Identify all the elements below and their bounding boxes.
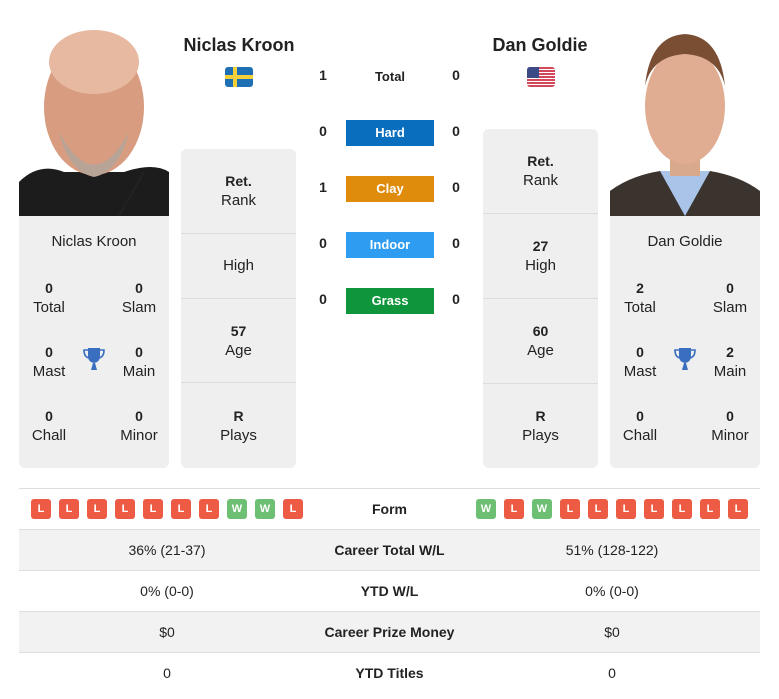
career-wl-row: 36% (21-37) Career Total W/L 51% (128-12…	[19, 529, 760, 570]
player1-career-wl: 36% (21-37)	[128, 542, 206, 558]
player1-minor-titles: 0 Minor	[120, 408, 158, 444]
h2h-hard-p1: 0	[319, 123, 327, 139]
player1-form: LLLLLLLWWL	[19, 499, 315, 519]
form-loss-badge[interactable]: L	[283, 499, 303, 519]
usa-flag-icon	[527, 67, 555, 87]
surface-grass-label[interactable]: Grass	[346, 288, 434, 314]
form-loss-badge[interactable]: L	[115, 499, 135, 519]
h2h-grass-p2: 0	[452, 291, 460, 307]
form-loss-badge[interactable]: L	[700, 499, 720, 519]
form-win-badge[interactable]: W	[532, 499, 552, 519]
h2h-hard-p2: 0	[452, 123, 460, 139]
player2-photo	[610, 16, 760, 216]
surface-hard-label[interactable]: Hard	[346, 120, 434, 146]
player1-chall-titles: 0 Chall	[31, 408, 67, 444]
form-loss-badge[interactable]: L	[672, 499, 692, 519]
player1-card-name: Niclas Kroon	[51, 233, 137, 250]
form-loss-badge[interactable]: L	[199, 499, 219, 519]
form-loss-badge[interactable]: L	[616, 499, 636, 519]
form-row: LLLLLLLWWL Form WLWLLLLLLL	[19, 488, 760, 529]
sweden-flag-icon	[225, 67, 253, 87]
player2-ytd-titles: 0	[608, 665, 616, 681]
player2-ytd-wl: 0% (0-0)	[585, 583, 639, 599]
surface-indoor-label[interactable]: Indoor	[346, 232, 434, 258]
ytd-titles-row: 0 YTD Titles 0	[19, 652, 760, 693]
h2h-total-p1: 1	[319, 67, 327, 83]
form-loss-badge[interactable]: L	[143, 499, 163, 519]
trophy-icon	[673, 347, 697, 377]
player2-high: 27 High	[483, 214, 598, 299]
player2-form: WLWLLLLLLL	[464, 499, 760, 519]
player2-titles-card: Dan Goldie 2 Total 0 Slam 0 Mast 2 Main 0 Cha…	[610, 216, 760, 468]
player1-total-titles: 0 Total	[33, 280, 65, 316]
player1-slam-titles: 0 Slam	[121, 280, 157, 316]
player2-rank-card: Ret. Rank 27 High 60 Age R Plays	[483, 129, 598, 468]
player2-career-wl: 51% (128-122)	[565, 542, 659, 558]
player2-mast-titles: 0 Mast	[623, 344, 657, 380]
player1-main-titles: 0 Main	[122, 344, 156, 380]
form-loss-badge[interactable]: L	[588, 499, 608, 519]
player1-ytd-wl: 0% (0-0)	[140, 583, 194, 599]
player1-age: 57 Age	[181, 299, 296, 383]
ytd-titles-label: YTD Titles	[355, 665, 424, 681]
h2h-grass-p1: 0	[319, 291, 327, 307]
form-win-badge[interactable]: W	[255, 499, 275, 519]
h2h-total-label: Total	[374, 69, 406, 84]
player2-card-name: Dan Goldie	[647, 233, 723, 250]
form-loss-badge[interactable]: L	[644, 499, 664, 519]
player2-name[interactable]: Dan Goldie	[460, 35, 620, 56]
form-label: Form	[372, 501, 407, 517]
player2-total-titles: 2 Total	[624, 280, 656, 316]
prize-money-label: Career Prize Money	[324, 624, 455, 640]
player2-chall-titles: 0 Chall	[622, 408, 658, 444]
player1-name[interactable]: Niclas Kroon	[159, 35, 319, 56]
form-loss-badge[interactable]: L	[728, 499, 748, 519]
player2-rank: Ret. Rank	[483, 129, 598, 214]
form-loss-badge[interactable]: L	[59, 499, 79, 519]
h2h-clay-p2: 0	[452, 179, 460, 195]
form-loss-badge[interactable]: L	[560, 499, 580, 519]
career-wl-label: Career Total W/L	[334, 542, 445, 558]
player2-age: 60 Age	[483, 299, 598, 384]
player1-high: High	[181, 234, 296, 299]
prize-money-row: $0 Career Prize Money $0	[19, 611, 760, 652]
h2h-indoor-p2: 0	[452, 235, 460, 251]
form-win-badge[interactable]: W	[227, 499, 247, 519]
player1-rank-card: Ret. Rank High 57 Age R Plays	[181, 149, 296, 468]
player2-main-titles: 2 Main	[713, 344, 747, 380]
ytd-wl-label: YTD W/L	[360, 583, 419, 599]
form-win-badge[interactable]: W	[476, 499, 496, 519]
form-loss-badge[interactable]: L	[171, 499, 191, 519]
surface-clay-label[interactable]: Clay	[346, 176, 434, 202]
ytd-wl-row: 0% (0-0) YTD W/L 0% (0-0)	[19, 570, 760, 611]
h2h-indoor-p1: 0	[319, 235, 327, 251]
form-loss-badge[interactable]: L	[87, 499, 107, 519]
trophy-icon	[82, 347, 106, 377]
player2-prize-money: $0	[604, 624, 620, 640]
h2h-clay-p1: 1	[319, 179, 327, 195]
player1-prize-money: $0	[159, 624, 175, 640]
player1-mast-titles: 0 Mast	[32, 344, 66, 380]
form-loss-badge[interactable]: L	[504, 499, 524, 519]
player2-slam-titles: 0 Slam	[712, 280, 748, 316]
player1-titles-card: Niclas Kroon 0 Total 0 Slam 0 Mast 0 Main 0C…	[19, 216, 169, 468]
player1-photo	[19, 22, 169, 216]
player1-ytd-titles: 0	[163, 665, 171, 681]
player1-plays: R Plays	[220, 407, 257, 444]
form-loss-badge[interactable]: L	[31, 499, 51, 519]
player1-rank: Ret. Rank	[181, 149, 296, 234]
h2h-total-p2: 0	[452, 67, 460, 83]
player2-plays: R Plays	[522, 408, 559, 444]
player2-minor-titles: 0 Minor	[711, 408, 749, 444]
